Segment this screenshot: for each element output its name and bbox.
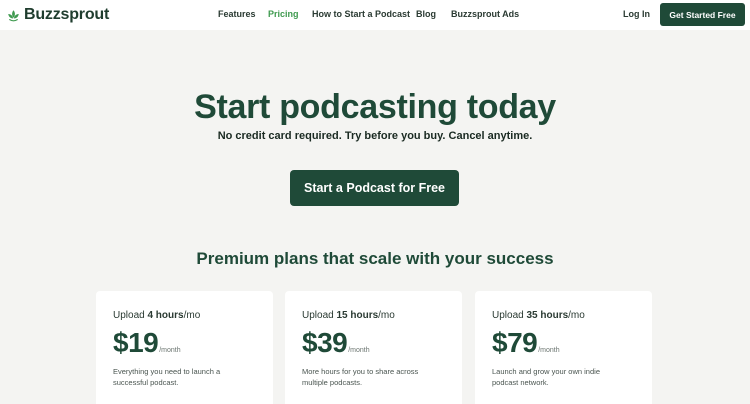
plans-heading: Premium plans that scale with your succe… [196,249,554,268]
plan-price: $79 [492,327,538,358]
plan-price-row: $79 /month [492,327,635,359]
plan-price-row: $39 /month [302,327,445,359]
brand-name: Buzzsprout [24,6,110,23]
plan-description: More hours for you to share across multi… [302,367,419,387]
upload-hours: 4 hours [147,310,184,321]
upload-suffix: /mo [568,310,585,321]
plan-upload-limit: Upload 35 hours/mo [492,310,635,321]
nav-item-how-to-start[interactable]: How to Start a Podcast [312,9,410,19]
plan-price: $39 [302,327,348,358]
plan-card: Upload 35 hours/mo $79 /month Launch and… [475,291,652,404]
get-started-button[interactable]: Get Started Free [660,3,745,26]
upload-hours: 35 hours [526,310,569,321]
buzzsprout-leaf-icon [8,9,19,21]
hero-title: Start podcasting today [194,88,556,126]
nav-item-pricing[interactable]: Pricing [268,9,299,19]
nav-item-blog[interactable]: Blog [416,9,436,19]
plan-period: /month [348,347,370,354]
plan-card: Upload 4 hours/mo $19 /month Everything … [96,291,273,404]
upload-hours: 15 hours [336,310,379,321]
upload-suffix: /mo [378,310,395,321]
upload-prefix: Upload [492,310,527,321]
hero-subtitle: No credit card required. Try before you … [217,130,533,142]
brand-logo[interactable]: Buzzsprout [6,5,109,25]
plan-card: Upload 15 hours/mo $39 /month More hours… [285,291,462,404]
site-header: Buzzsprout Features Pricing How to Start… [0,0,750,30]
plan-period: /month [159,347,181,354]
plan-description: Launch and grow your own indie podcast n… [492,367,600,387]
plan-description: Everything you need to launch a successf… [113,367,221,387]
upload-prefix: Upload [113,310,148,321]
upload-prefix: Upload [302,310,337,321]
plan-upload-limit: Upload 15 hours/mo [302,310,445,321]
plan-upload-limit: Upload 4 hours/mo [113,310,256,321]
nav-item-features[interactable]: Features [218,9,256,19]
plan-price-row: $19 /month [113,327,256,359]
plan-price: $19 [113,327,159,358]
start-podcast-button[interactable]: Start a Podcast for Free [290,170,459,206]
login-link[interactable]: Log In [623,9,650,19]
upload-suffix: /mo [183,310,201,321]
nav-item-buzzsprout-ads[interactable]: Buzzsprout Ads [451,9,519,19]
plan-period: /month [538,347,560,354]
